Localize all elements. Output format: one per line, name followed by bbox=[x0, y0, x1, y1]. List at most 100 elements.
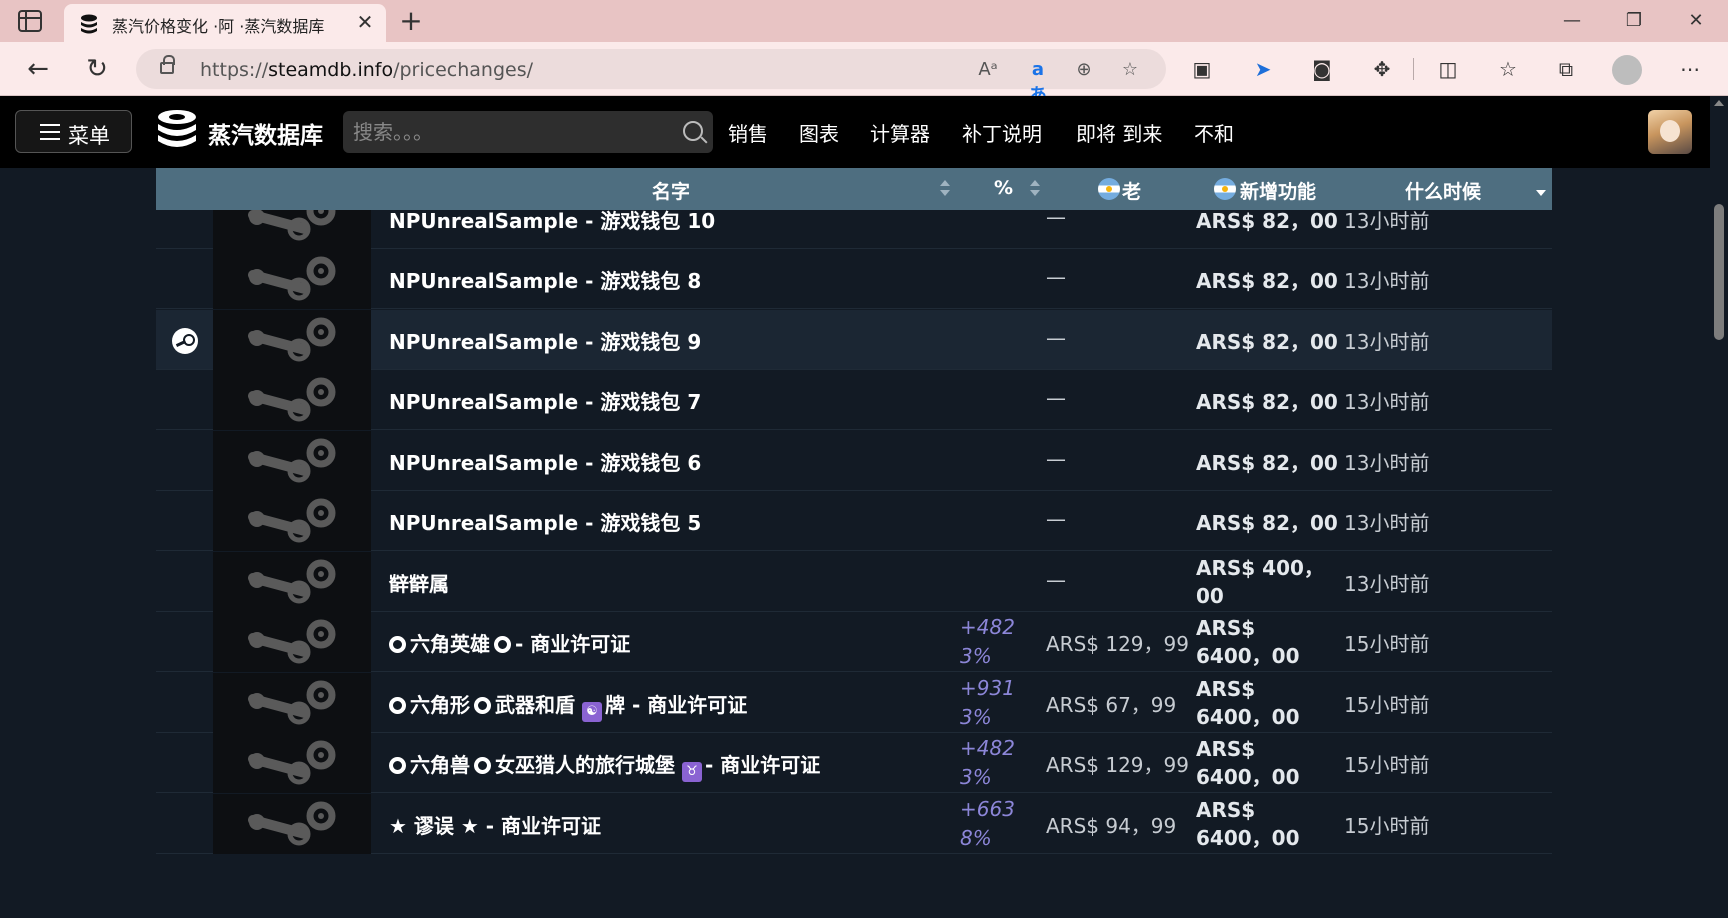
app-image[interactable] bbox=[213, 249, 371, 309]
app-image[interactable] bbox=[213, 612, 371, 672]
percent-change: +9313% bbox=[960, 675, 1015, 729]
steam-placeholder-icon bbox=[248, 256, 336, 301]
browser-tab-active[interactable]: 蒸汽价格变化 ·阿 ·蒸汽数据库 ✕ bbox=[64, 4, 386, 42]
app-name-link[interactable]: NPUnrealSample - 游戏钱包 6 bbox=[389, 447, 701, 476]
table-row[interactable]: 辥辥属 — ARS$ 400，00 13小时前 bbox=[156, 551, 1552, 612]
store-link-cell[interactable] bbox=[156, 310, 213, 370]
change-time: 15小时前 bbox=[1344, 632, 1430, 656]
nav-charts[interactable]: 图表 bbox=[799, 118, 839, 147]
col-name-header[interactable]: 名字 bbox=[652, 177, 690, 204]
steamdb-favicon-icon bbox=[81, 14, 97, 34]
app-image[interactable] bbox=[213, 733, 371, 793]
col-percent-header[interactable]: % bbox=[994, 177, 1013, 199]
app-name-part: - 商业许可证 bbox=[515, 632, 631, 656]
table-row[interactable]: 六角英雄 - 商业许可证 +4823% ARS$ 129，99 ARS$ 6400，00… bbox=[156, 612, 1552, 672]
store-link-cell[interactable] bbox=[156, 794, 213, 854]
app-image[interactable] bbox=[213, 491, 371, 551]
tab-close-icon[interactable]: ✕ bbox=[352, 9, 378, 35]
office-extension-icon[interactable]: ▣ bbox=[1186, 54, 1218, 84]
store-link-cell[interactable] bbox=[156, 249, 213, 309]
table-row[interactable]: NPUnrealSample - 游戏钱包 8 — ARS$ 82，00 13小时前 bbox=[156, 249, 1552, 309]
read-aloud-icon[interactable]: A͏ᵃ bbox=[974, 57, 1002, 83]
app-name-link[interactable]: 六角兽 女巫猎人的旅行城堡 ♉ - 商业许可证 bbox=[389, 749, 824, 782]
app-image[interactable] bbox=[213, 430, 371, 491]
favorites-icon[interactable]: ☆ bbox=[1492, 54, 1524, 84]
translate-icon[interactable]: aあ bbox=[1024, 57, 1052, 106]
table-row[interactable]: NPUnrealSample - 游戏钱包 5 — ARS$ 82，00 13小时前 bbox=[156, 491, 1552, 551]
store-link-cell[interactable] bbox=[156, 370, 213, 430]
table-row[interactable]: ★ 谬误 ★ - 商业许可证 +6638% ARS$ 94，99 ARS$ 6400，… bbox=[156, 793, 1552, 854]
nav-sales[interactable]: 销售 bbox=[728, 118, 768, 147]
store-link-cell[interactable] bbox=[156, 552, 213, 612]
scrollbar-thumb[interactable] bbox=[1714, 204, 1724, 340]
app-name-link[interactable]: NPUnrealSample - 游戏钱包 7 bbox=[389, 386, 701, 415]
app-image[interactable] bbox=[213, 672, 371, 733]
table-row[interactable]: 六角兽 女巫猎人的旅行城堡 ♉ - 商业许可证 +4823% ARS$ 129，99 ARS… bbox=[156, 733, 1552, 793]
tab-title: 蒸汽价格变化 ·阿 ·蒸汽数据库 bbox=[112, 17, 325, 36]
table-row[interactable]: NPUnrealSample - 游戏钱包 6 — ARS$ 82，00 13小时前 bbox=[156, 430, 1552, 491]
steamdb-logo-icon[interactable] bbox=[154, 108, 200, 154]
app-image[interactable] bbox=[213, 793, 371, 854]
more-options-icon[interactable]: ⋯ bbox=[1674, 54, 1706, 84]
change-time: 15小时前 bbox=[1344, 753, 1430, 777]
tab-actions-icon[interactable] bbox=[18, 10, 42, 32]
sort-icon[interactable] bbox=[1030, 180, 1040, 198]
nav-discord[interactable]: 不和 bbox=[1194, 118, 1234, 147]
scrollbar[interactable] bbox=[1710, 96, 1728, 918]
user-avatar[interactable] bbox=[1648, 110, 1692, 154]
app-name-link[interactable]: NPUnrealSample - 游戏钱包 5 bbox=[389, 507, 701, 536]
sort-icon[interactable] bbox=[940, 180, 950, 198]
sort-desc-icon[interactable] bbox=[1536, 190, 1546, 196]
old-price: — bbox=[1046, 325, 1066, 350]
app-image[interactable] bbox=[213, 309, 371, 370]
refresh-icon[interactable]: ↻ bbox=[79, 52, 115, 86]
close-window-icon[interactable]: ✕ bbox=[1676, 6, 1716, 36]
store-link-cell[interactable] bbox=[156, 612, 213, 672]
store-link-cell[interactable] bbox=[156, 673, 213, 733]
extensions-icon[interactable]: ✥ bbox=[1366, 54, 1398, 84]
old-price: ARS$ 67，99 bbox=[1046, 692, 1177, 717]
nav-patchnotes[interactable]: 补丁说明 bbox=[962, 118, 1042, 147]
app-name-link[interactable]: 六角形 武器和盾 ☯ 牌 - 商业许可证 bbox=[389, 689, 751, 722]
app-name-link[interactable]: NPUnrealSample - 游戏钱包 8 bbox=[389, 265, 701, 294]
app-image[interactable] bbox=[213, 370, 371, 430]
url-text[interactable]: https://steamdb.info/pricechanges/ bbox=[200, 59, 533, 81]
add-favorite-icon[interactable]: ☆ bbox=[1116, 57, 1144, 83]
app-image[interactable] bbox=[213, 551, 371, 612]
zoom-icon[interactable]: ⊕ bbox=[1070, 57, 1098, 83]
new-price: ARS$ 6400，00 bbox=[1196, 797, 1300, 850]
scroll-up-icon[interactable] bbox=[1714, 100, 1724, 106]
steam-placeholder-icon bbox=[248, 801, 336, 845]
address-bar[interactable]: https://steamdb.info/pricechanges/ A͏ᵃ a… bbox=[136, 49, 1166, 106]
profile-icon[interactable] bbox=[1612, 55, 1642, 85]
store-link-cell[interactable] bbox=[156, 491, 213, 551]
app-name-link[interactable]: 六角英雄 - 商业许可证 bbox=[389, 628, 634, 657]
app-name-link[interactable]: 辥辥属 bbox=[389, 568, 449, 597]
store-link-cell[interactable] bbox=[156, 431, 213, 491]
search-input[interactable] bbox=[353, 111, 673, 153]
game-extension-icon[interactable]: ◙ bbox=[1306, 54, 1338, 84]
table-row[interactable]: 六角形 武器和盾 ☯ 牌 - 商业许可证 +9313% ARS$ 67，99 ARS$ 64… bbox=[156, 672, 1552, 733]
col-old-header[interactable]: 老 bbox=[1122, 177, 1141, 204]
logo-text[interactable]: 蒸汽数据库 bbox=[208, 116, 323, 150]
table-row[interactable]: NPUnrealSample - 游戏钱包 7 — ARS$ 82，00 13小时前 bbox=[156, 370, 1552, 430]
table-row[interactable]: NPUnrealSample - 游戏钱包 9 — ARS$ 82，00 13小时前 bbox=[156, 309, 1552, 370]
new-tab-icon[interactable]: + bbox=[396, 6, 426, 36]
search-icon[interactable] bbox=[683, 121, 703, 141]
store-link-cell[interactable] bbox=[156, 733, 213, 793]
restore-icon[interactable]: ❐ bbox=[1614, 6, 1654, 36]
bird-extension-icon[interactable]: ➤ bbox=[1247, 54, 1279, 84]
split-screen-icon[interactable]: ◫ bbox=[1432, 54, 1464, 84]
app-name-link[interactable]: ★ 谬误 ★ - 商业许可证 bbox=[389, 810, 601, 839]
back-icon[interactable]: ← bbox=[20, 52, 56, 86]
col-new-header[interactable]: 新增功能 bbox=[1240, 177, 1316, 204]
col-when-header[interactable]: 什么时候 bbox=[1405, 177, 1481, 204]
steam-store-icon[interactable] bbox=[172, 327, 198, 354]
app-name-link[interactable]: NPUnrealSample - 游戏钱包 9 bbox=[389, 326, 701, 355]
nav-upcoming[interactable]: 即将 到来 bbox=[1076, 118, 1162, 147]
minimize-icon[interactable]: — bbox=[1552, 6, 1592, 36]
nav-calculator[interactable]: 计算器 bbox=[870, 118, 930, 147]
lock-icon[interactable] bbox=[160, 55, 175, 74]
collections-icon[interactable]: ⧉ bbox=[1550, 54, 1582, 84]
menu-button[interactable]: 菜单 bbox=[15, 110, 132, 153]
